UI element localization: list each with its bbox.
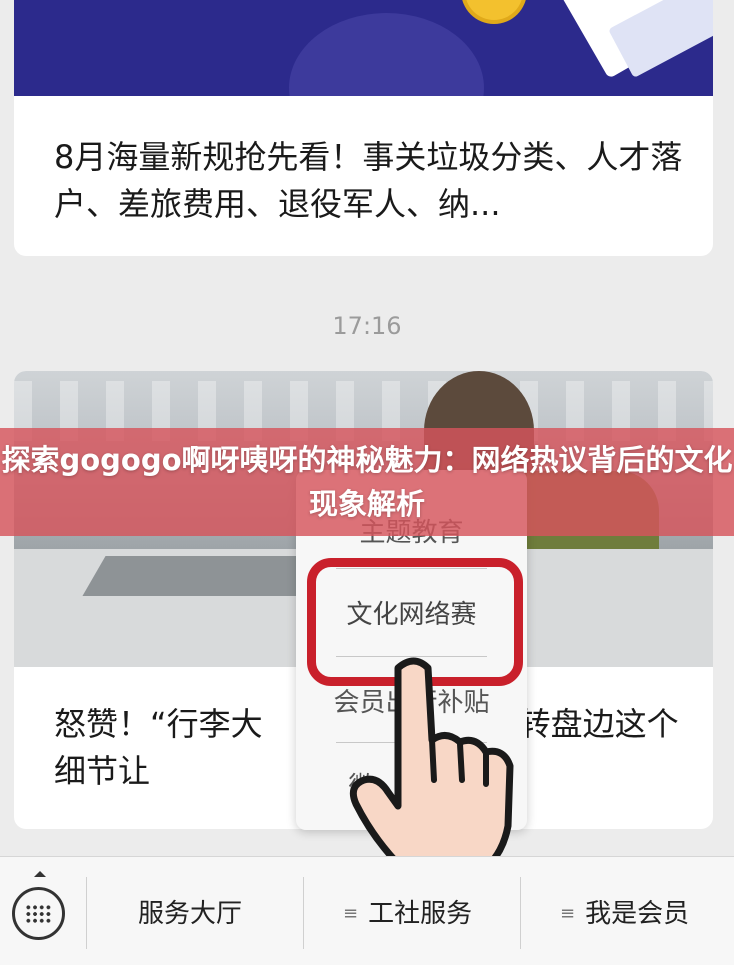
pointing-hand-icon — [349, 657, 514, 865]
headline-overlay: 探索gogogo啊呀咦呀的神秘魅力：网络热议背后的文化现象解析 — [0, 428, 734, 536]
tab-label: 工社服务 — [368, 899, 473, 929]
tab-label: 服务大厅 — [138, 899, 243, 929]
coin-icon — [461, 0, 527, 24]
tab-union-services[interactable]: ≡ 工社服务 — [343, 893, 472, 930]
tab-divider — [303, 877, 304, 949]
tab-divider — [86, 877, 87, 949]
menu-icon: ≡ — [343, 903, 359, 924]
article-card-new-rules[interactable]: 8月海量新规抢先看！事关垃圾分类、人才落户、差旅费用、退役军人、纳... — [14, 0, 713, 256]
timestamp: 17:16 — [332, 312, 402, 340]
tab-label: 我是会员 — [585, 899, 690, 929]
tab-service-hall[interactable]: 服务大厅 — [138, 893, 242, 930]
bottom-menu-bar: 服务大厅 ≡ 工社服务 ≡ 我是会员 — [0, 856, 734, 965]
caret-up-icon — [34, 871, 46, 877]
tab-i-am-member[interactable]: ≡ 我是会员 — [560, 893, 689, 930]
menu-icon: ≡ — [560, 903, 576, 924]
keyboard-icon[interactable] — [12, 887, 65, 940]
article-banner-image — [14, 0, 713, 96]
tab-divider — [520, 877, 521, 949]
article-title: 8月海量新规抢先看！事关垃圾分类、人才落户、差旅费用、退役军人、纳... — [54, 138, 683, 223]
headline-text: 探索gogogo啊呀咦呀的神秘魅力：网络热议背后的文化现象解析 — [1, 443, 733, 521]
